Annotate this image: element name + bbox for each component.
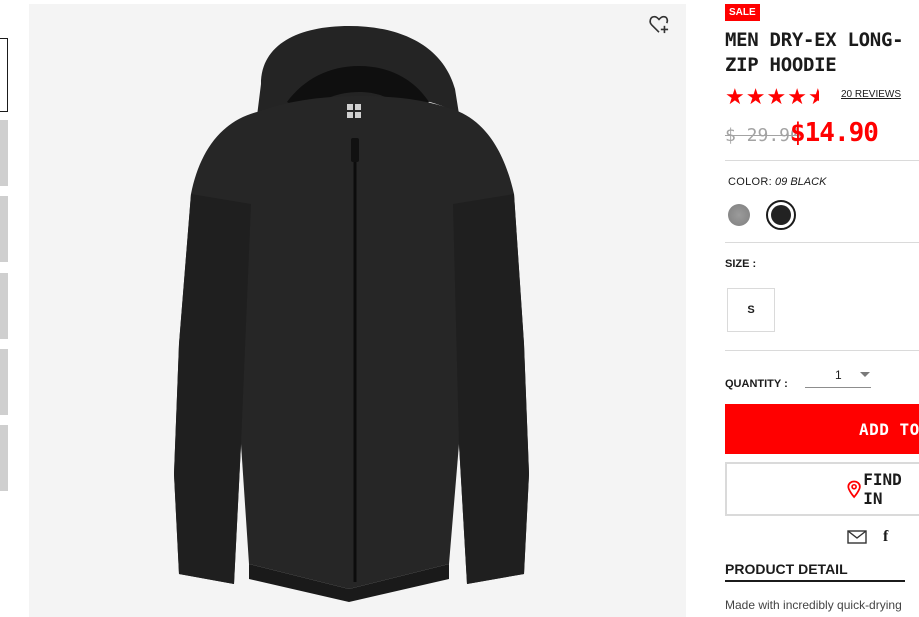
quantity-label: QUANTITY : bbox=[725, 378, 788, 390]
size-option-s[interactable]: S bbox=[727, 288, 775, 332]
size-label: SIZE : bbox=[725, 258, 757, 270]
star-icon: ★ bbox=[745, 84, 766, 109]
thumbnail-1[interactable] bbox=[0, 38, 8, 112]
color-swatch-black[interactable] bbox=[766, 200, 796, 230]
facebook-icon[interactable]: f bbox=[883, 528, 888, 546]
hoodie-illustration bbox=[174, 26, 529, 602]
thumbnail-strip bbox=[0, 0, 10, 617]
add-to-cart-button[interactable]: ADD TO bbox=[725, 404, 919, 454]
half-star-icon: ★ bbox=[807, 84, 828, 109]
star-icon: ★ bbox=[787, 84, 807, 109]
thumbnail-2[interactable] bbox=[0, 120, 8, 186]
divider bbox=[725, 350, 919, 351]
thumbnail-3[interactable] bbox=[0, 196, 8, 262]
chevron-down-icon bbox=[860, 372, 870, 377]
detail-underline bbox=[725, 580, 905, 582]
divider bbox=[725, 242, 919, 243]
color-selection-label: COLOR: 09 BLACK bbox=[728, 176, 826, 188]
star-icon: ★ bbox=[725, 84, 745, 109]
product-detail-text: Made with incredibly quick-drying bbox=[725, 598, 902, 612]
map-pin-icon bbox=[847, 480, 861, 499]
find-in-store-label: FIND IN bbox=[863, 470, 902, 508]
thumbnail-5[interactable] bbox=[0, 349, 8, 415]
star-icon: ★ bbox=[766, 84, 787, 109]
color-swatch-gray[interactable] bbox=[728, 204, 750, 226]
mail-icon[interactable] bbox=[847, 529, 867, 545]
quantity-select[interactable]: 1 bbox=[805, 366, 871, 388]
color-label: COLOR: bbox=[728, 176, 772, 188]
product-main-image[interactable] bbox=[29, 4, 686, 617]
sale-price: $14.90 bbox=[790, 118, 879, 148]
heart-plus-icon[interactable] bbox=[648, 14, 670, 34]
divider bbox=[725, 160, 919, 161]
thumbnail-6[interactable] bbox=[0, 425, 8, 491]
rating-stars: ★ ★ ★ ★ ★ bbox=[725, 86, 829, 108]
sale-badge: SALE bbox=[725, 4, 760, 21]
product-title: MEN DRY-EX LONG- ZIP HOODIE bbox=[725, 29, 904, 76]
product-detail-heading: PRODUCT DETAIL bbox=[725, 561, 848, 577]
find-in-store-button[interactable]: FIND IN bbox=[725, 462, 919, 516]
color-value: 09 BLACK bbox=[775, 176, 827, 188]
quantity-value: 1 bbox=[835, 368, 842, 382]
thumbnail-4[interactable] bbox=[0, 273, 8, 339]
product-info-panel: SALE MEN DRY-EX LONG- ZIP HOODIE ★ ★ ★ ★… bbox=[725, 0, 919, 617]
add-to-cart-label: ADD TO bbox=[859, 419, 919, 439]
reviews-link[interactable]: 20 REVIEWS bbox=[841, 89, 901, 100]
